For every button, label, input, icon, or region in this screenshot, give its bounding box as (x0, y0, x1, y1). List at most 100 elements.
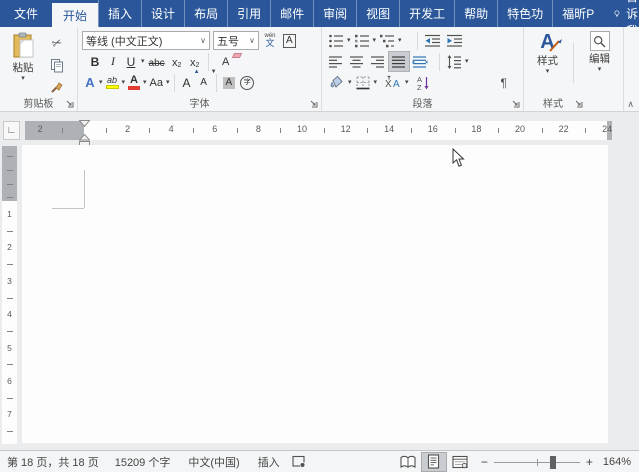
asian-layout-dropdown-arrow[interactable]: ▾ (405, 79, 409, 86)
clipboard-dialog-launcher[interactable] (65, 99, 75, 109)
text-effects-button[interactable]: A (82, 73, 98, 92)
tab-开发工[interactable]: 开发工 (399, 0, 454, 27)
shrink-font-button[interactable]: A ▼ (196, 69, 216, 92)
strikethrough-button[interactable]: abc (147, 52, 167, 71)
distribute-button[interactable] (410, 52, 430, 71)
tab-福昕P[interactable]: 福昕P (552, 0, 603, 27)
tab-视图[interactable]: 视图 (356, 0, 399, 27)
font-name-select[interactable]: 等线 (中文正文) ∨ (82, 31, 210, 50)
zoom-slider-thumb[interactable] (549, 455, 556, 469)
print-layout-button[interactable] (420, 451, 447, 472)
tab-审阅[interactable]: 审阅 (313, 0, 356, 27)
increase-indent-button[interactable] (444, 31, 465, 50)
copy-button[interactable] (45, 56, 69, 75)
word-window: 文件 开始插入设计布局引用邮件审阅视图开发工帮助特色功福昕P 告诉我 共享 (0, 0, 639, 472)
numbering-dropdown-arrow[interactable]: ▾ (373, 37, 377, 44)
align-center-button[interactable] (347, 52, 367, 71)
tab-引用[interactable]: 引用 (227, 0, 270, 27)
macro-record-button[interactable] (292, 455, 306, 468)
text-effects-dropdown-arrow[interactable]: ▾ (99, 79, 103, 86)
tab-开始[interactable]: 开始 (52, 3, 99, 27)
tab-strip: 开始 插入 设计 布局 引用 邮件 审阅 视图 开发工 帮助 特色功 福昕P (52, 0, 603, 27)
cut-button[interactable]: ✂ (45, 34, 69, 53)
shading-dropdown-arrow[interactable]: ▾ (348, 79, 352, 86)
numbering-button[interactable] (352, 31, 372, 50)
font-color-button[interactable]: A (126, 73, 142, 92)
grow-font-button[interactable]: A ▲ (179, 69, 200, 92)
tab-布局[interactable]: 布局 (184, 0, 227, 27)
insert-mode-indicator[interactable]: 插入 (258, 454, 280, 470)
collapse-ribbon-button[interactable]: ∧ (627, 99, 634, 110)
editing-button[interactable]: 编辑 ▾ (577, 29, 622, 96)
styles-dialog-launcher[interactable] (574, 99, 584, 109)
line-spacing-dropdown-arrow[interactable]: ▾ (465, 58, 469, 65)
ruler-number: 14 (384, 124, 395, 134)
styles-button[interactable]: A 样式 ▾ (525, 29, 570, 96)
align-right-button[interactable] (368, 52, 388, 71)
font-dialog-launcher[interactable] (309, 99, 319, 109)
read-mode-button[interactable] (396, 453, 420, 471)
word-count[interactable]: 15209 个字 (115, 454, 171, 470)
ruler-tick (585, 128, 587, 133)
line-spacing-button[interactable] (444, 52, 464, 71)
tab-file[interactable]: 文件 (0, 0, 52, 27)
clear-formatting-button[interactable]: A (218, 52, 242, 71)
tab-帮助[interactable]: 帮助 (454, 0, 497, 27)
enclose-characters-button[interactable]: 字 (238, 73, 256, 92)
multilevel-list-button[interactable] (377, 31, 397, 50)
zoom-slider[interactable] (493, 455, 580, 469)
tab-stop-selector[interactable]: ∟ (3, 121, 20, 140)
ruler-number: 18 (471, 124, 482, 134)
shading-button[interactable] (326, 73, 347, 92)
document-page[interactable] (22, 145, 608, 443)
styles-dropdown-arrow[interactable]: ▾ (546, 68, 550, 75)
decrease-indent-button[interactable] (422, 31, 443, 50)
zoom-out-button[interactable]: − (481, 455, 488, 469)
change-case-button[interactable]: Aa (148, 73, 165, 92)
show-hide-marks-button[interactable]: ¶ (499, 73, 509, 92)
highlight-dropdown-arrow[interactable]: ▾ (122, 79, 126, 86)
multilevel-list-dropdown-arrow[interactable]: ▾ (398, 37, 402, 44)
ruler-tick (498, 128, 500, 133)
tab-邮件[interactable]: 邮件 (270, 0, 313, 27)
character-shading-button[interactable]: A (221, 73, 238, 92)
tell-me-button[interactable]: 告诉我 (603, 0, 639, 38)
divider (207, 52, 209, 71)
web-layout-button[interactable] (448, 453, 472, 471)
bullets-dropdown-arrow[interactable]: ▾ (347, 37, 351, 44)
paragraph-dialog-launcher[interactable] (511, 99, 521, 109)
first-line-indent-marker[interactable] (79, 120, 90, 127)
italic-button[interactable]: I (105, 52, 121, 71)
justify-button[interactable] (388, 51, 410, 72)
tab-设计[interactable]: 设计 (141, 0, 184, 27)
font-size-select[interactable]: 五号 ∨ (213, 31, 259, 50)
sort-button[interactable]: A Z (414, 73, 433, 92)
zoom-in-button[interactable]: + (586, 455, 593, 469)
align-left-button[interactable] (326, 52, 346, 71)
paste-button[interactable]: 粘贴 ▾ (1, 29, 45, 96)
svg-text:A: A (393, 79, 400, 90)
ruler-number: 2 (125, 124, 131, 134)
borders-button[interactable] (353, 73, 373, 92)
language-indicator[interactable]: 中文(中国) (188, 454, 239, 470)
underline-dropdown-arrow[interactable]: ▾ (141, 58, 145, 65)
format-painter-button[interactable] (45, 77, 69, 96)
bullets-button[interactable] (326, 31, 346, 50)
borders-dropdown-arrow[interactable]: ▾ (374, 79, 378, 86)
underline-button[interactable]: U (123, 52, 139, 71)
font-color-dropdown-arrow[interactable]: ▾ (143, 79, 147, 86)
tab-插入[interactable]: 插入 (98, 0, 141, 27)
subscript-button[interactable]: x2 (169, 52, 185, 71)
bold-button[interactable]: B (87, 52, 103, 71)
tab-特色功[interactable]: 特色功 (497, 0, 552, 27)
character-border-button[interactable]: A (281, 31, 298, 50)
editing-dropdown-arrow[interactable]: ▾ (598, 66, 602, 73)
highlight-button[interactable]: ab (104, 73, 121, 92)
phonetic-guide-button[interactable]: wén 文 (262, 31, 278, 50)
zoom-percentage[interactable]: 164% (603, 456, 631, 468)
change-case-dropdown-arrow[interactable]: ▾ (166, 79, 170, 86)
asian-layout-button[interactable]: X A (382, 73, 404, 92)
page-indicator[interactable]: 第 18 页，共 18 页 (7, 454, 99, 470)
paste-dropdown-arrow[interactable]: ▾ (21, 75, 25, 82)
view-controls: − + 164% (395, 451, 639, 472)
